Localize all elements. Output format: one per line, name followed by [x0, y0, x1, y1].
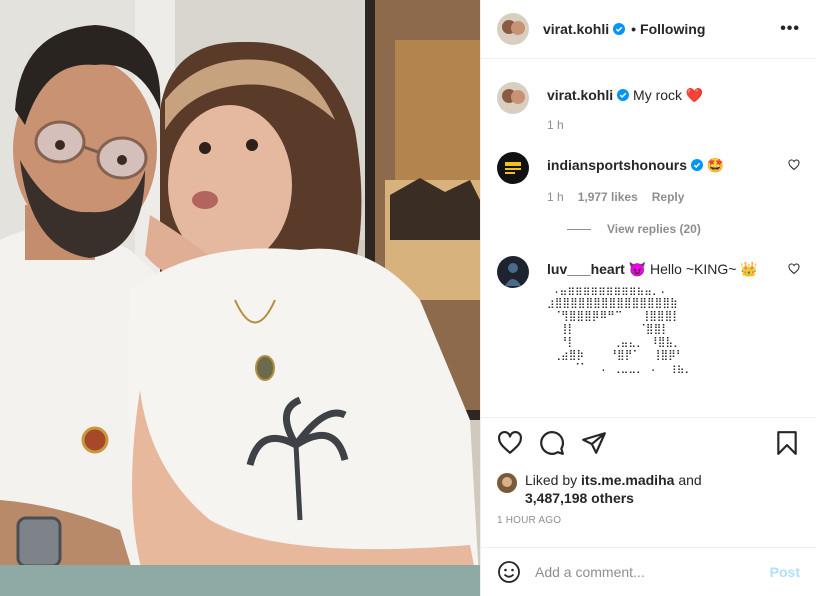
comment-text: 🤩: [706, 157, 725, 173]
commenter-avatar[interactable]: [497, 152, 529, 184]
emoji-icon[interactable]: [497, 560, 521, 584]
share-icon[interactable]: [581, 430, 607, 456]
replies-divider-line: [567, 228, 591, 230]
comment-like-heart-icon[interactable]: [788, 263, 800, 275]
verified-badge-icon: [691, 159, 703, 171]
comment-likes[interactable]: 1,977 likes: [578, 190, 638, 204]
caption-avatar[interactable]: [497, 82, 529, 114]
comment-ascii-art: .⣤⣶⣶⣶⣶⣶⣶⣶⣶⣶⣦⣤⡀. ⣰⣿⣿⣿⣿⣿⣿⣿⣿⣿⣿⣿⣿⣿⣿⣿⣷ ⠈⢻⣿⣿⣿⡿…: [547, 284, 693, 374]
verified-badge-icon: [617, 89, 630, 101]
liked-by-prefix: Liked by: [525, 472, 578, 488]
post-photo[interactable]: [0, 0, 480, 596]
caption-text: My rock: [633, 87, 683, 103]
commenter-username[interactable]: indiansportshonours: [547, 157, 687, 173]
comment-input[interactable]: [535, 564, 770, 580]
comment-item: indiansportshonours 🤩 1 h 1,977 likes Re…: [497, 152, 800, 204]
heart-icon[interactable]: [497, 430, 523, 456]
post-header: virat.kohli • Following •••: [481, 0, 816, 59]
post-timestamp[interactable]: 1 HOUR AGO: [497, 515, 561, 526]
heart-emoji: ❤️: [685, 87, 704, 103]
caption-age[interactable]: 1 h: [547, 118, 564, 132]
comment-like-heart-icon[interactable]: [788, 159, 800, 171]
commenter-username[interactable]: luv___heart: [547, 261, 625, 277]
author-avatar[interactable]: [497, 13, 529, 45]
comment-item: luv___heart 😈 Hello ~KING~ 👑 .⣤⣶⣶⣶⣶⣶⣶⣶⣶⣶…: [497, 256, 800, 375]
author-username[interactable]: virat.kohli: [543, 21, 609, 37]
post-side-panel: virat.kohli • Following ••• virat.kohli …: [480, 0, 816, 596]
comment-age[interactable]: 1 h: [547, 190, 564, 204]
liked-by-and: and: [678, 472, 702, 488]
commenter-avatar[interactable]: [497, 256, 529, 288]
following-button[interactable]: Following: [640, 21, 705, 37]
caption-username[interactable]: virat.kohli: [547, 87, 613, 103]
bookmark-icon[interactable]: [774, 430, 800, 456]
likes-summary: Liked by its.me.madiha and 3,487,198 oth…: [497, 471, 800, 507]
reply-button[interactable]: Reply: [652, 190, 685, 204]
view-replies-button[interactable]: View replies (20): [567, 222, 800, 236]
liker-avatar[interactable]: [497, 473, 517, 493]
post-comment-button[interactable]: Post: [770, 564, 800, 580]
view-replies-label: View replies (20): [607, 222, 701, 236]
add-comment-bar: Post: [481, 547, 816, 596]
caption: virat.kohli My rock ❤️ 1 h: [497, 82, 800, 132]
comment-text: 😈 Hello ~KING~ 👑: [628, 261, 758, 277]
separator-dot: •: [631, 21, 637, 37]
verified-badge-icon: [613, 23, 626, 35]
comment-icon[interactable]: [539, 430, 565, 456]
likes-count[interactable]: 3,487,198 others: [525, 490, 634, 506]
liked-by-user[interactable]: its.me.madiha: [581, 472, 674, 488]
comments-list[interactable]: virat.kohli My rock ❤️ 1 h indiansportsh…: [481, 60, 816, 416]
post-actions-bar: [481, 417, 816, 456]
more-options-button[interactable]: •••: [780, 20, 800, 38]
